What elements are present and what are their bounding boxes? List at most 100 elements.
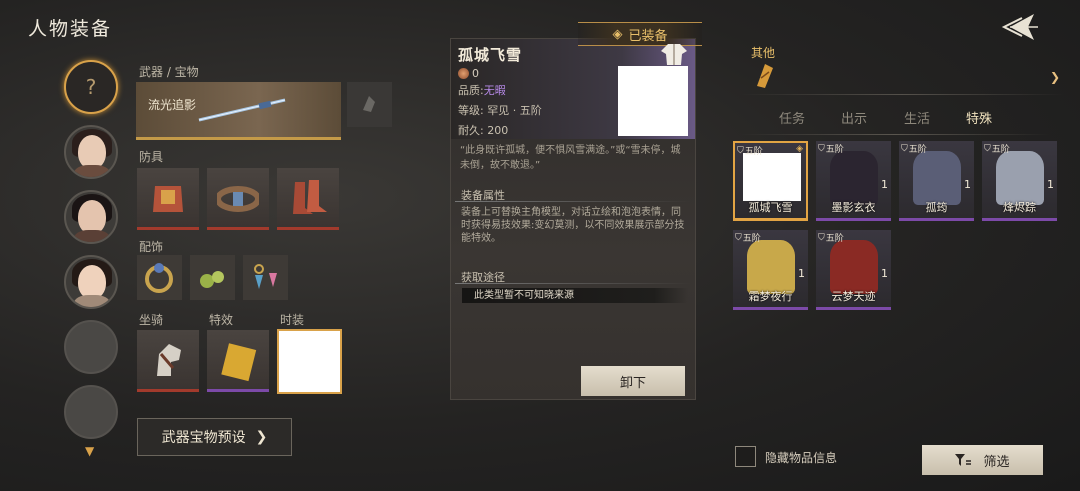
item-card[interactable]: ⛉ 五阶 1 云梦天迹 [816, 230, 891, 310]
item-grade: 等级: 罕见 · 五阶 [458, 104, 542, 117]
item-card[interactable]: ⛉ 五阶 1 烽烬踪 [982, 141, 1057, 221]
accessory-slot-pendant[interactable] [190, 255, 235, 300]
chest-armor-icon [153, 186, 183, 212]
item-tier-label: 五阶 [991, 145, 1010, 155]
item-tier: ⛉ 五阶 [737, 144, 763, 158]
avatar-body [74, 165, 110, 177]
item-thumbnail [743, 153, 801, 201]
item-tier-label: 五阶 [825, 145, 844, 155]
item-thumbnail [996, 151, 1044, 205]
item-name: 孤筠 [925, 201, 948, 214]
fashion-section-label: 时装 [280, 313, 305, 327]
back-button[interactable] [994, 10, 1040, 44]
mount-slot[interactable] [137, 330, 199, 392]
weapon-preset-label: 武器宝物预设 [161, 430, 246, 446]
hide-info-checkbox[interactable] [735, 446, 756, 467]
item-card[interactable]: ⛉ 五阶 1 孤筠 [899, 141, 974, 221]
item-tier-label: 五阶 [744, 147, 763, 157]
quality-value: 无暇 [483, 84, 506, 97]
item-thumbnail [830, 240, 878, 294]
tab-show[interactable]: 出示 [841, 108, 867, 127]
item-name: 孤城飞雪 [748, 201, 793, 214]
item-preview-image [618, 66, 688, 136]
item-tier: ⛉ 五阶 [818, 142, 844, 156]
mount-section-label: 坐骑 [139, 313, 164, 327]
equipped-badge-label: 已装备 [628, 28, 668, 44]
fashion-thumbnail [283, 335, 336, 388]
item-count: 0 [458, 67, 479, 80]
avatar-face [78, 200, 106, 234]
item-count: 1 [798, 267, 805, 280]
item-tier-label: 五阶 [908, 145, 927, 155]
filter-label: 筛选 [983, 454, 1010, 470]
tab-special[interactable]: 特殊 [966, 108, 992, 127]
chevron-down-icon[interactable]: ▼ [85, 444, 94, 458]
item-tier: ⛉ 五阶 [735, 231, 761, 245]
item-name: 孤城飞雪 [458, 46, 523, 64]
divider [455, 201, 691, 202]
attributes-text: 装备上可替换主角模型，对话立绘和泡泡表情，同时获得易技效果:变幻莫测，以不同效果… [461, 207, 685, 244]
effect-slot[interactable] [207, 330, 269, 392]
filter-icon [955, 454, 972, 466]
character-avatar[interactable] [64, 125, 118, 179]
boots-icon [293, 180, 327, 214]
divider [740, 94, 1065, 95]
treasure-slot[interactable] [347, 82, 392, 127]
armor-slot-belt[interactable] [207, 168, 269, 230]
fashion-slot[interactable] [277, 329, 342, 394]
avatar-face [78, 265, 106, 299]
item-thumbnail [747, 240, 795, 294]
divider [740, 134, 1050, 135]
earring-icon [254, 264, 277, 289]
item-count: 1 [881, 267, 888, 280]
character-list: ? [64, 60, 122, 450]
item-tier-label: 五阶 [742, 234, 761, 244]
weapon-preset-button[interactable]: 武器宝物预设 ❯ [137, 418, 292, 456]
equipped-mark-icon: ◈ [796, 144, 803, 154]
character-avatar[interactable] [64, 255, 118, 309]
character-avatar-unknown[interactable]: ? [64, 60, 118, 114]
category-label: 其他 [751, 46, 776, 60]
belt-icon [217, 186, 259, 212]
accessory-slot-ring[interactable] [137, 255, 182, 300]
armor-slot-boots[interactable] [277, 168, 339, 230]
item-thumbnail [913, 151, 961, 205]
jade-pendant-icon [200, 271, 224, 288]
tab-life[interactable]: 生活 [904, 108, 930, 127]
robe-icon: ⛉ [901, 143, 908, 154]
item-count-value: 0 [472, 67, 479, 80]
item-count: 1 [1047, 178, 1054, 191]
item-tier-label: 五阶 [825, 234, 844, 244]
filter-button[interactable]: 筛选 [922, 445, 1043, 475]
robe-icon: ⛉ [818, 232, 825, 243]
armor-section-label: 防具 [139, 150, 164, 164]
source-text: 此类型暂不可知晓来源 [462, 288, 688, 303]
page-title: 人物装备 [28, 18, 113, 40]
item-card[interactable]: ⛉ 五阶 ◈ 孤城飞雪 [733, 141, 808, 221]
diamond-icon: ◈ [612, 26, 623, 42]
character-avatar[interactable] [64, 190, 118, 244]
scroll-category-icon[interactable] [751, 60, 779, 90]
accessory-slot-earring[interactable] [243, 255, 288, 300]
item-name: 烽烬踪 [1003, 201, 1036, 214]
item-tier: ⛉ 五阶 [901, 142, 927, 156]
robe-icon: ⛉ [984, 143, 991, 154]
item-tier: ⛉ 五阶 [984, 142, 1010, 156]
tab-tasks[interactable]: 任务 [779, 108, 805, 127]
item-count: 1 [964, 178, 971, 191]
character-slot-empty[interactable] [64, 320, 118, 374]
robe-icon: ⛉ [818, 143, 825, 154]
item-name: 霜梦夜行 [748, 290, 793, 303]
character-slot-empty[interactable] [64, 385, 118, 439]
item-card[interactable]: ⛉ 五阶 1 墨影玄衣 [816, 141, 891, 221]
hide-info-label: 隐藏物品信息 [765, 451, 838, 465]
robe-icon: ⛉ [737, 145, 744, 156]
armor-slot-chest[interactable] [137, 168, 199, 230]
item-card[interactable]: ⛉ 五阶 1 霜梦夜行 [733, 230, 808, 310]
item-tier: ⛉ 五阶 [818, 231, 844, 245]
robe-icon [661, 44, 687, 65]
unequip-button[interactable]: 卸下 [581, 366, 685, 396]
category-next-icon[interactable]: ❯ [1050, 70, 1060, 84]
weapon-section-label: 武器 / 宝物 [139, 65, 199, 79]
item-thumbnail [830, 151, 878, 205]
